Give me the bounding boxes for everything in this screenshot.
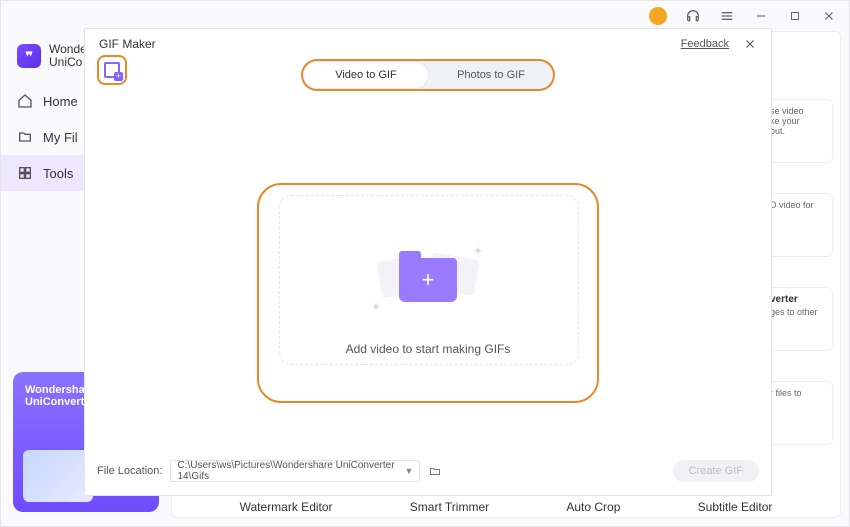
user-avatar[interactable] [649,7,667,25]
folder-plus-icon: + [399,258,457,302]
drop-text: Add video to start making GIFs [346,342,511,356]
hamburger-icon[interactable] [719,8,735,24]
file-location-input[interactable]: C:\Users\ws\Pictures\Wondershare UniConv… [170,460,420,482]
add-file-button[interactable]: + [97,55,127,85]
card-title: verter [770,294,826,305]
sidebar-item-label: My Fil [43,130,78,145]
tool-card[interactable]: D video for [763,193,833,257]
window-maximize-icon[interactable] [787,8,803,24]
sidebar-item-label: Tools [43,166,73,181]
create-gif-button[interactable]: Create GIF [673,460,759,482]
chevron-down-icon: ▼ [405,466,414,476]
promo-graphic [23,450,93,502]
tool-link-subtitle[interactable]: Subtitle Editor [698,500,773,514]
window-minimize-icon[interactable] [753,8,769,24]
app-window: Wonde UniCo Home My Fil Tools Wondersha … [0,0,850,527]
modal-title: GIF Maker [99,37,156,51]
card-body: D video for [770,200,826,210]
feedback-link[interactable]: Feedback [681,38,729,50]
tools-icon [17,165,33,181]
files-icon [17,129,33,145]
file-location-label: File Location: [97,465,162,477]
tool-link-trimmer[interactable]: Smart Trimmer [410,500,489,514]
gif-maker-modal: GIF Maker Feedback + Video to GIF Photos… [84,28,772,496]
card-body: r files to [770,388,826,398]
tab-photos-to-gif[interactable]: Photos to GIF [429,61,553,89]
folder-graphic: + ✦ ✦ [373,240,483,320]
add-file-icon: + [104,62,120,78]
app-logo [17,44,41,68]
headset-icon[interactable] [685,8,701,24]
tool-link-autocrop[interactable]: Auto Crop [566,500,620,514]
modal-header: GIF Maker Feedback [85,29,771,55]
brand-line2: UniCo [49,56,87,69]
tab-video-to-gif[interactable]: Video to GIF [303,61,429,89]
tool-card[interactable]: se video ke your out. [763,99,833,163]
bottom-tool-row: Watermark Editor Smart Trimmer Auto Crop… [171,492,841,522]
mode-tabs: Video to GIF Photos to GIF [303,61,553,89]
tool-card[interactable]: r files to [763,381,833,445]
window-close-icon[interactable] [821,8,837,24]
home-icon [17,93,33,109]
sidebar-item-label: Home [43,94,78,109]
modal-toolbar: + Video to GIF Photos to GIF [85,55,771,105]
close-icon[interactable] [743,37,757,51]
open-folder-icon[interactable] [428,465,442,477]
card-body: ges to other [770,307,826,317]
brand-text: Wonde UniCo [49,43,87,69]
modal-footer: File Location: C:\Users\ws\Pictures\Wond… [97,457,759,485]
titlebar [1,1,849,31]
file-location-value: C:\Users\ws\Pictures\Wondershare UniConv… [177,460,404,482]
card-body: se video ke your out. [770,106,826,136]
drop-area[interactable]: + ✦ ✦ Add video to start making GIFs [257,183,599,403]
tool-link-watermark[interactable]: Watermark Editor [240,500,333,514]
tool-card[interactable]: verter ges to other [763,287,833,351]
